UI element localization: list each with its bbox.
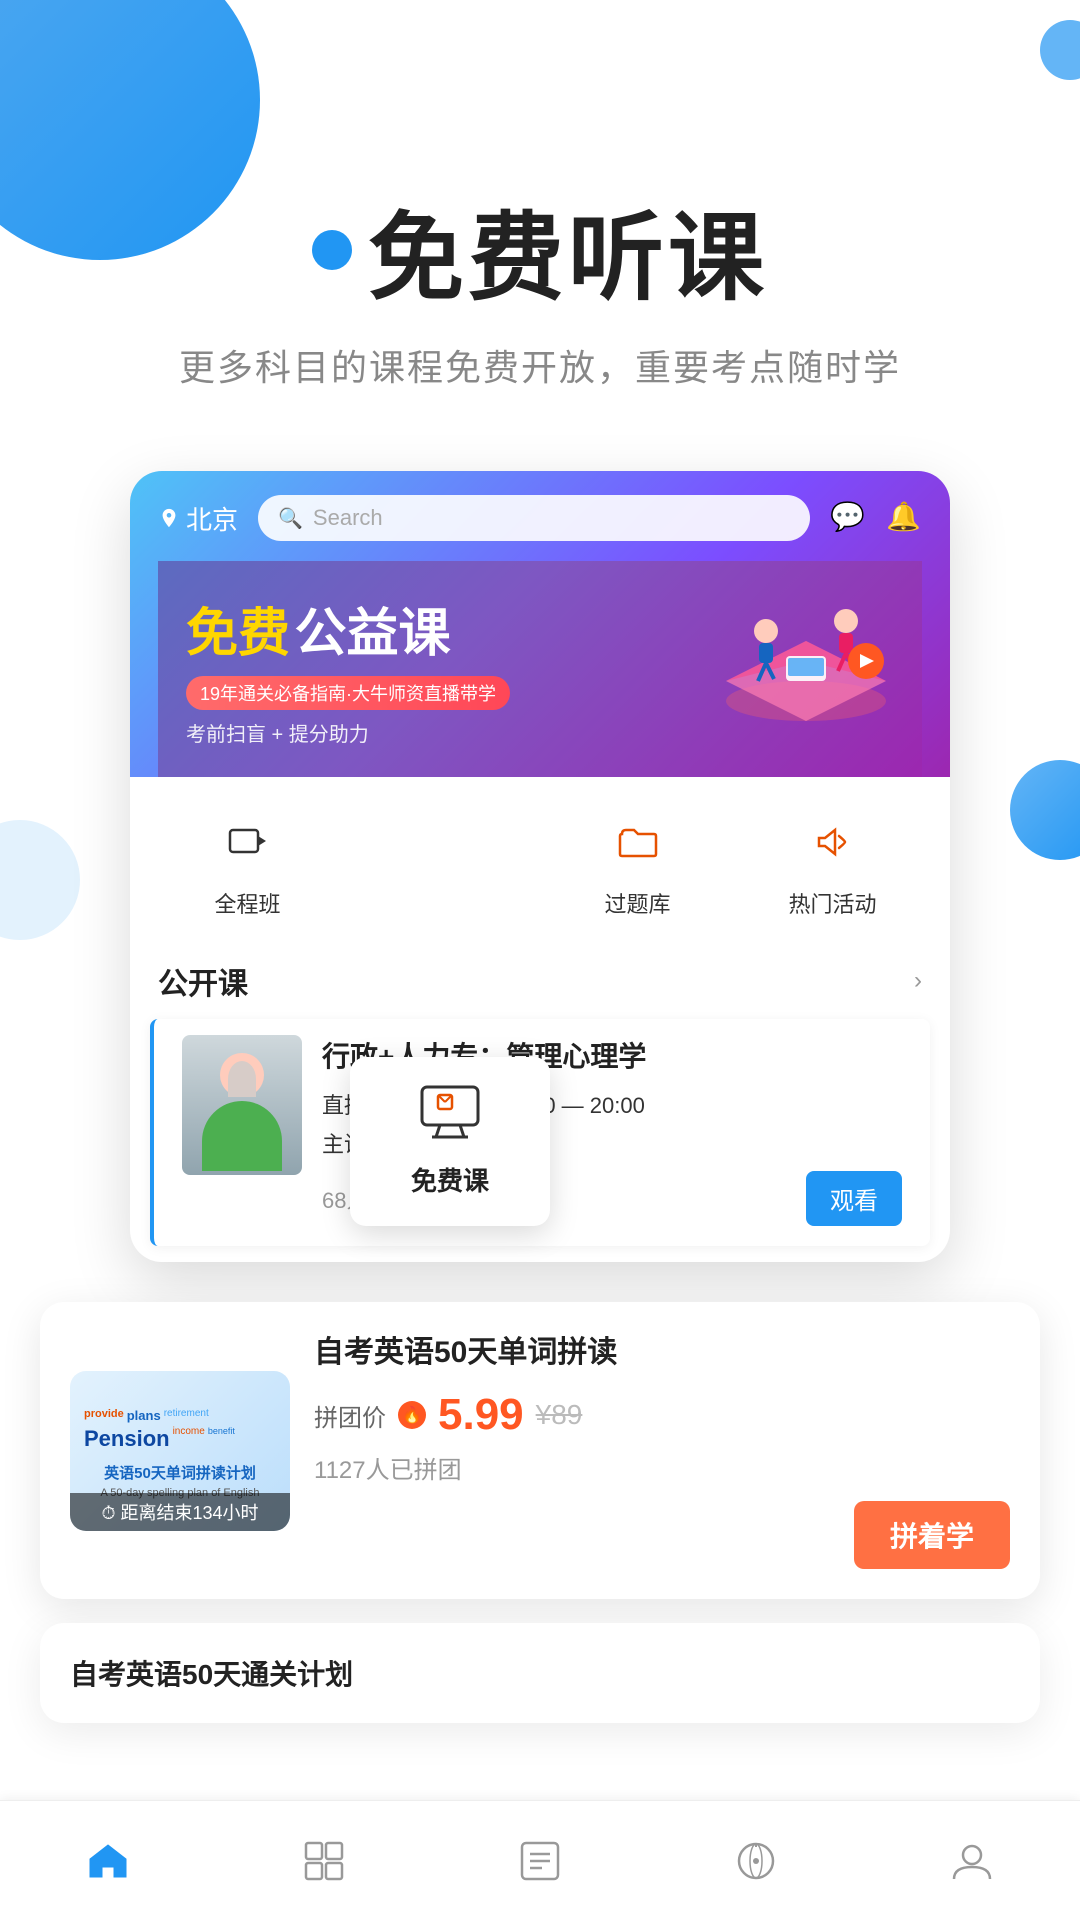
nav-icon-quancheng (213, 807, 283, 877)
bell-icon[interactable]: 🔔 (886, 500, 922, 536)
price-icon: 🔥 (398, 1401, 426, 1429)
popup-label: 免费课 (411, 1161, 489, 1198)
nav-label-activity: 热门活动 (788, 887, 876, 919)
word-benefit: benefit (208, 1426, 235, 1452)
banner-highlight: 免费 (186, 605, 290, 663)
home-icon (84, 1837, 132, 1885)
word-plans: plans (127, 1408, 161, 1423)
compass-icon (732, 1837, 780, 1885)
section-more-btn[interactable]: › (914, 967, 922, 995)
profile-icon (948, 1837, 996, 1885)
search-placeholder-text: Search (313, 505, 383, 531)
course-avatar (182, 1035, 302, 1175)
monitor-icon (420, 1085, 480, 1139)
app-header: 北京 🔍 Search 💬 🔔 免费 公益课 19年通关必备指南·大牛师资直播带… (130, 471, 950, 777)
product-card-2: 自考英语50天通关计划 (40, 1623, 1040, 1723)
nav-icon-question (603, 807, 673, 877)
product-countdown: ⏱ 距离结束134小时 (70, 1493, 290, 1531)
price-label: 拼团价 (314, 1398, 386, 1433)
nav-label-quancheng: 全程班 (214, 887, 280, 919)
product-title-2: 自考英语50天通关计划 (70, 1653, 353, 1693)
product-title-1: 自考英语50天单词拼读 (314, 1332, 1010, 1374)
search-icon: 🔍 (278, 506, 303, 531)
product-thumb-title: 英语50天单词拼读计划 (98, 1462, 262, 1483)
message-icon[interactable]: 💬 (830, 500, 866, 536)
folder-icon (616, 820, 660, 864)
hero-title-row: 免费听课 (0, 180, 1080, 319)
product-info-1: 自考英语50天单词拼读 拼团价 🔥 5.99 ¥89 1127人已拼团 拼着学 (314, 1332, 1010, 1569)
price-original: ¥89 (536, 1399, 583, 1431)
product-section: provide plans retirement Pension income … (0, 1302, 1080, 1723)
bottom-nav-profile[interactable] (864, 1837, 1080, 1885)
app-nav-row: 全程班 🖥 免费课 过题库 (130, 777, 950, 939)
app-header-icons: 💬 🔔 (830, 500, 922, 536)
section-header: 公开课 › (130, 939, 950, 1019)
clock-icon: ⏱ (101, 1503, 115, 1523)
free-course-popup: 免费课 (350, 1057, 550, 1226)
hero-section: 免费听课 更多科目的课程免费开放，重要考点随时学 (0, 0, 1080, 431)
hero-subtitle: 更多科目的课程免费开放，重要考点随时学 (0, 339, 1080, 391)
banner-illustration (706, 571, 906, 741)
word-income: income (173, 1426, 205, 1452)
product-thumbnail: provide plans retirement Pension income … (70, 1371, 290, 1531)
nav-item-questionbank[interactable]: 过题库 (540, 807, 735, 919)
megaphone-icon (811, 820, 855, 864)
word-provide: provide (84, 1408, 124, 1423)
group-buy-button[interactable]: 拼着学 (854, 1501, 1010, 1569)
hero-dot (312, 230, 352, 270)
location-text: 北京 (186, 500, 238, 537)
bottom-navigation (0, 1800, 1080, 1920)
product-card-1: provide plans retirement Pension income … (40, 1302, 1040, 1599)
app-card-wrapper: 北京 🔍 Search 💬 🔔 免费 公益课 19年通关必备指南·大牛师资直播带… (0, 471, 1080, 1262)
app-card: 北京 🔍 Search 💬 🔔 免费 公益课 19年通关必备指南·大牛师资直播带… (130, 471, 950, 1262)
price-row: 拼团价 🔥 5.99 ¥89 (314, 1390, 1010, 1440)
hero-title: 免费听课 (368, 180, 768, 319)
app-search-bar[interactable]: 🔍 Search (258, 495, 810, 541)
nav-item-activity[interactable]: 热门活动 (735, 807, 930, 919)
list-icon (516, 1837, 564, 1885)
watch-button[interactable]: 观看 (806, 1171, 902, 1226)
group-count: 1127人已拼团 (314, 1450, 1010, 1485)
nav-section: 全程班 🖥 免费课 过题库 (130, 777, 950, 939)
section-title: 公开课 (158, 959, 248, 1003)
video-icon (226, 820, 270, 864)
grid-icon (300, 1837, 348, 1885)
bottom-nav-home[interactable] (0, 1837, 216, 1885)
bottom-nav-courses[interactable] (216, 1837, 432, 1885)
word-retirement: retirement (164, 1408, 209, 1423)
app-header-top: 北京 🔍 Search 💬 🔔 (158, 495, 922, 541)
nav-label-question: 过题库 (604, 887, 670, 919)
app-location: 北京 (158, 500, 238, 537)
location-pin-icon (158, 507, 180, 529)
nav-item-quanchengban[interactable]: 全程班 (150, 807, 345, 919)
nav-icon-activity (798, 807, 868, 877)
word-pension: Pension (84, 1426, 170, 1452)
bottom-nav-questions[interactable] (432, 1837, 648, 1885)
popup-monitor-icon (420, 1085, 480, 1151)
banner-tag: 19年通关必备指南·大牛师资直播带学 (186, 676, 510, 710)
app-banner: 免费 公益课 19年通关必备指南·大牛师资直播带学 考前扫盲 + 提分助力 (158, 561, 922, 777)
banner-main: 公益课 (294, 605, 450, 663)
price-current: 5.99 (438, 1390, 524, 1440)
bottom-nav-discover[interactable] (648, 1837, 864, 1885)
